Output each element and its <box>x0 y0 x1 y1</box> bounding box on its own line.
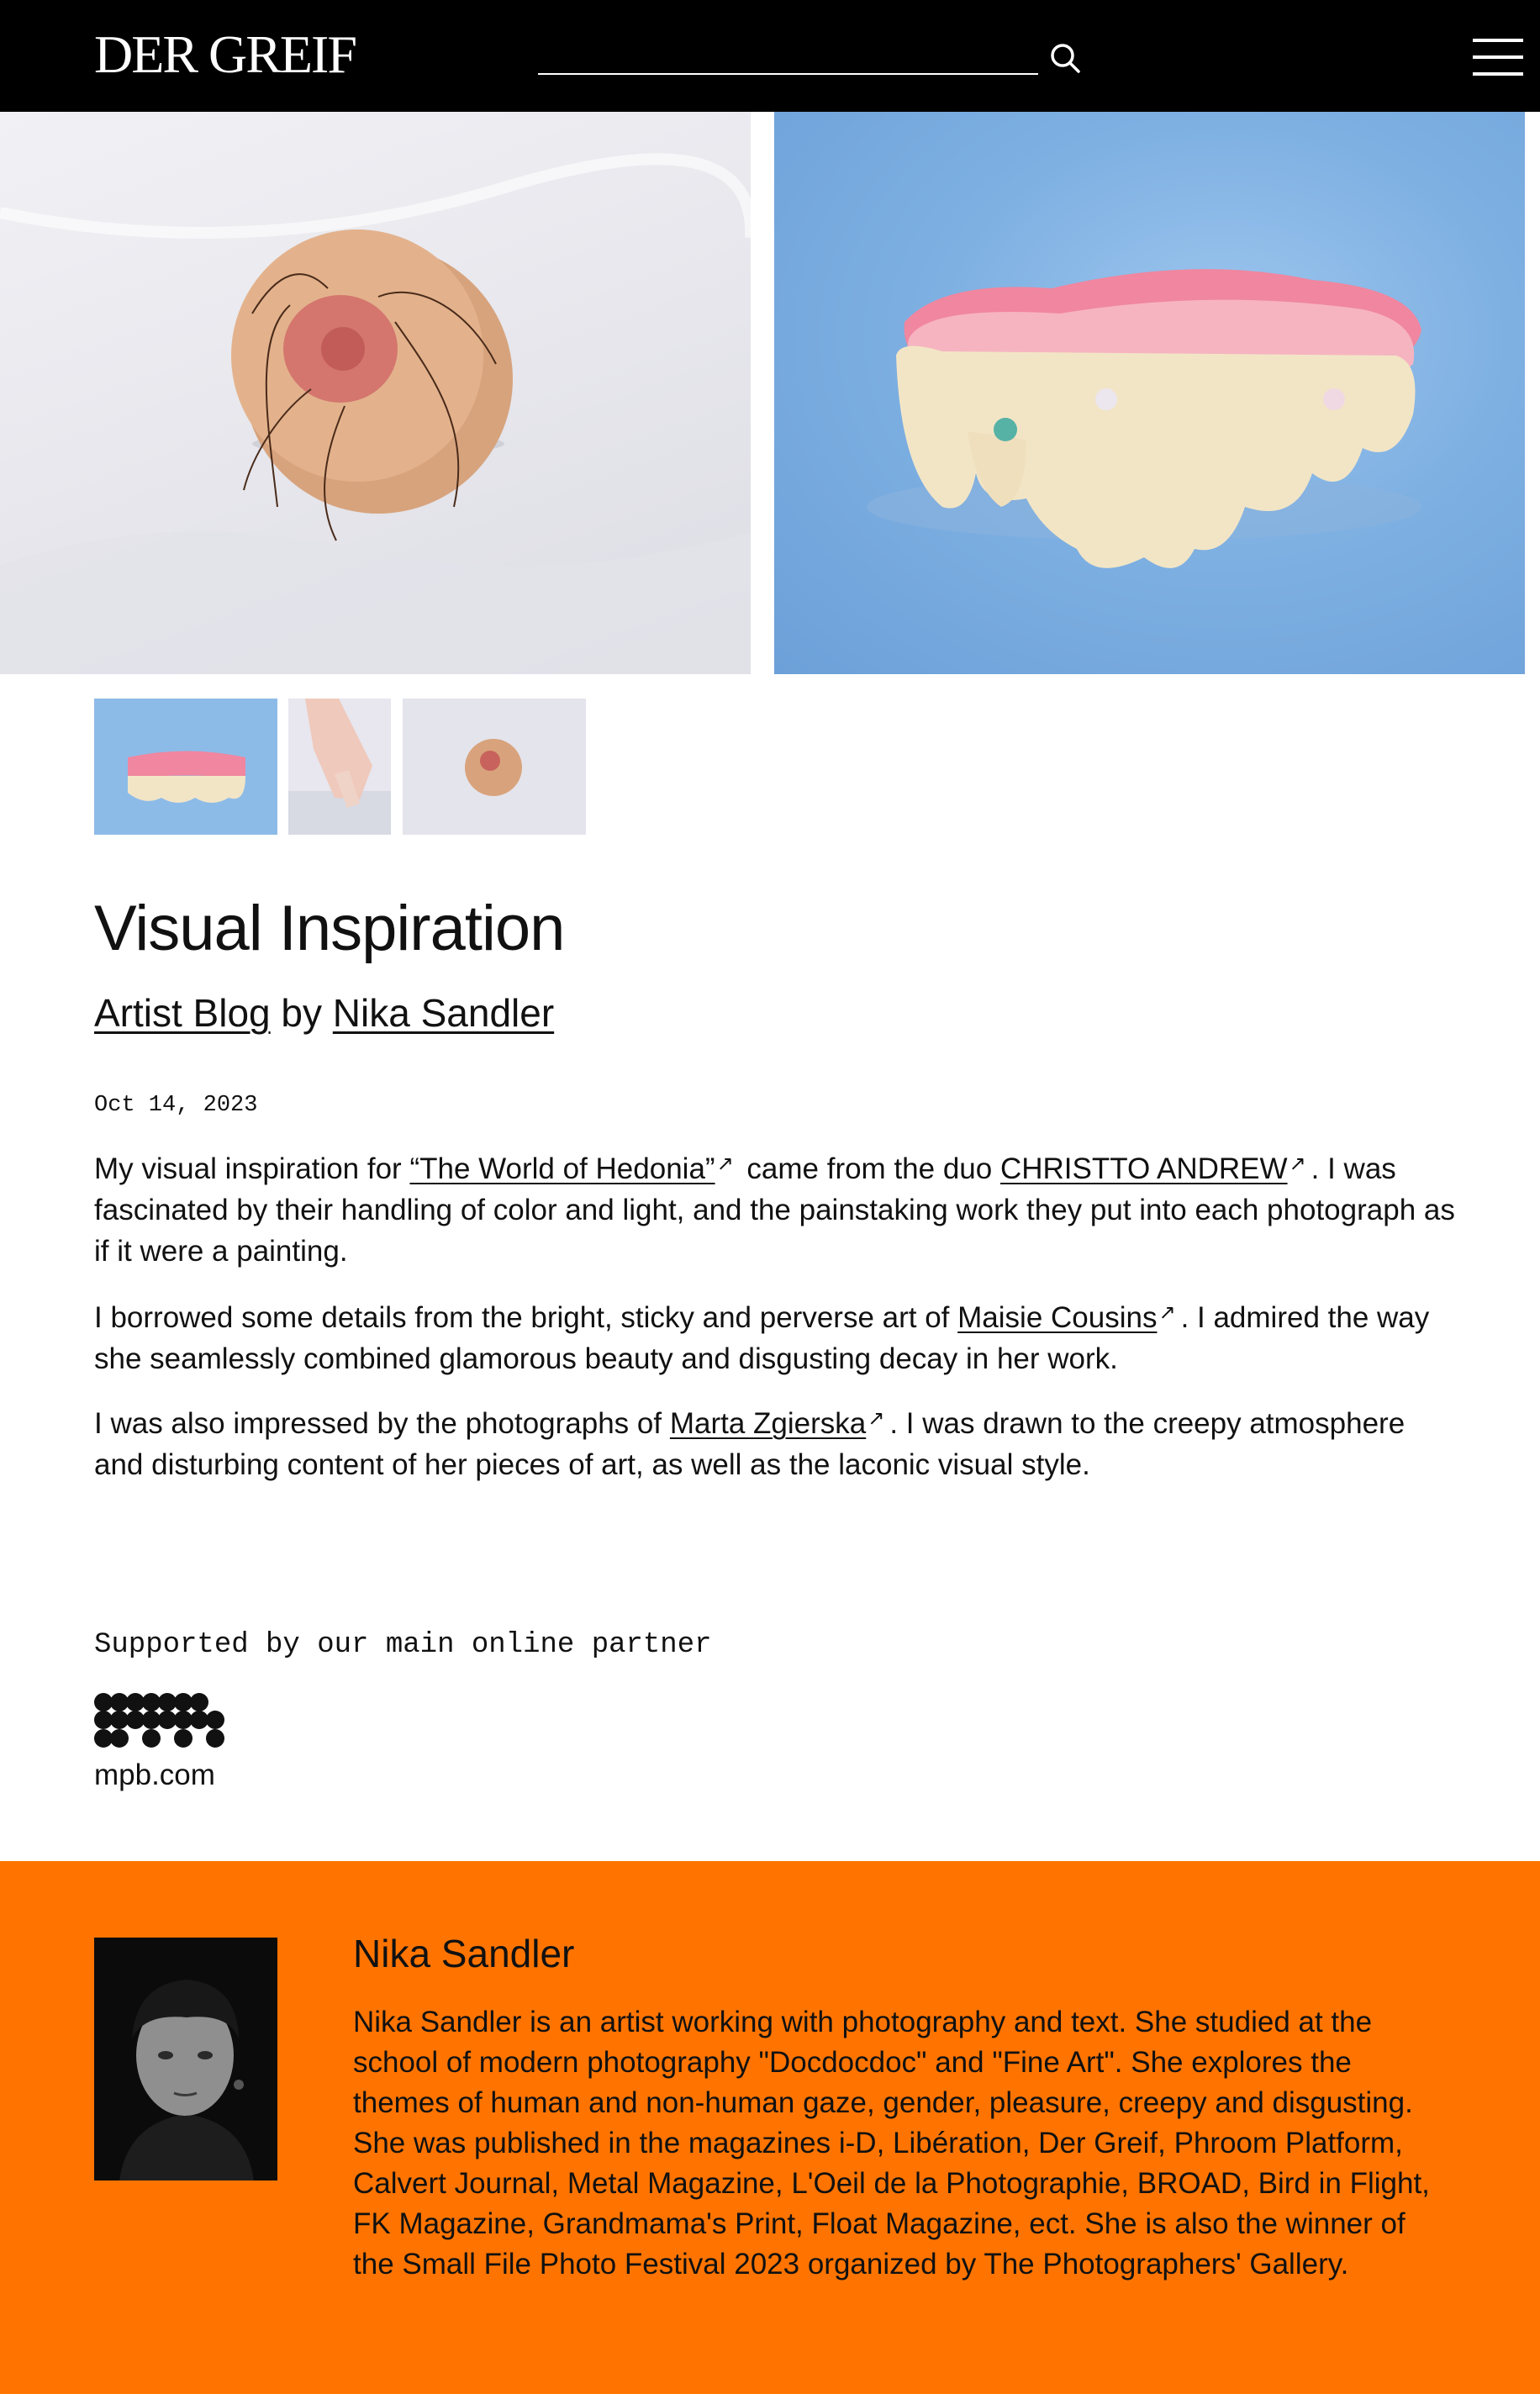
external-link-icon: ↗ <box>716 1152 734 1175</box>
article-paragraph-1: My visual inspiration for “The World of … <box>94 1143 1456 1272</box>
teeth-photo <box>867 269 1421 568</box>
author-box: Nika Sandler Nika Sandler is an artist w… <box>0 1861 1540 2394</box>
christto-andrew-link[interactable]: CHRISTTO ANDREW <box>1000 1152 1288 1185</box>
partner-label: Supported by our main online partner <box>94 1629 712 1661</box>
hamburger-menu-icon[interactable] <box>1473 39 1523 77</box>
external-link-icon: ↗ <box>1158 1301 1176 1324</box>
publish-date: Oct 14, 2023 <box>94 1093 258 1118</box>
external-link-icon: ↗ <box>868 1407 885 1430</box>
author-link[interactable]: Nika Sandler <box>333 991 554 1035</box>
article-title: Visual Inspiration <box>94 893 565 964</box>
article-byline: Artist Blog by Nika Sandler <box>94 988 554 1038</box>
partner-url[interactable]: mpb.com <box>94 1757 215 1794</box>
byline-by: by <box>281 991 323 1035</box>
marta-zgierska-link[interactable]: Marta Zgierska <box>670 1407 866 1440</box>
gallery-slide-breast[interactable] <box>0 112 751 674</box>
breast-photo <box>0 153 751 674</box>
hedonia-link[interactable]: “The World of Hedonia” <box>409 1152 715 1185</box>
mpb-logo[interactable] <box>94 1692 224 1751</box>
external-link-icon: ↗ <box>1289 1152 1306 1175</box>
thumbnail-breast[interactable] <box>403 699 586 835</box>
article-paragraph-2: I borrowed some details from the bright,… <box>94 1292 1456 1379</box>
category-link[interactable]: Artist Blog <box>94 991 271 1035</box>
paragraph-text: I was also impressed by the photographs … <box>94 1407 662 1440</box>
thumbnail-teeth[interactable] <box>94 699 277 835</box>
paragraph-text: I borrowed some details from the bright,… <box>94 1301 950 1334</box>
author-name: Nika Sandler <box>353 1932 575 1975</box>
search-icon[interactable] <box>1049 42 1081 74</box>
gallery-slide-teeth[interactable] <box>774 112 1525 674</box>
article-paragraph-3: I was also impressed by the photographs … <box>94 1398 1456 1485</box>
thumbnail-hand[interactable] <box>288 699 391 835</box>
paragraph-text: My visual inspiration for <box>94 1152 402 1185</box>
top-navigation-bar: DER GREIF <box>0 0 1540 112</box>
maisie-cousins-link[interactable]: Maisie Cousins <box>957 1301 1157 1334</box>
paragraph-text: came from the duo <box>746 1152 993 1185</box>
search-input[interactable] <box>538 73 1038 75</box>
author-bio: Nika Sandler is an artist working with p… <box>353 2006 1430 2281</box>
author-photo <box>94 1938 277 2180</box>
der-greif-logo[interactable]: DER GREIF <box>94 25 357 84</box>
